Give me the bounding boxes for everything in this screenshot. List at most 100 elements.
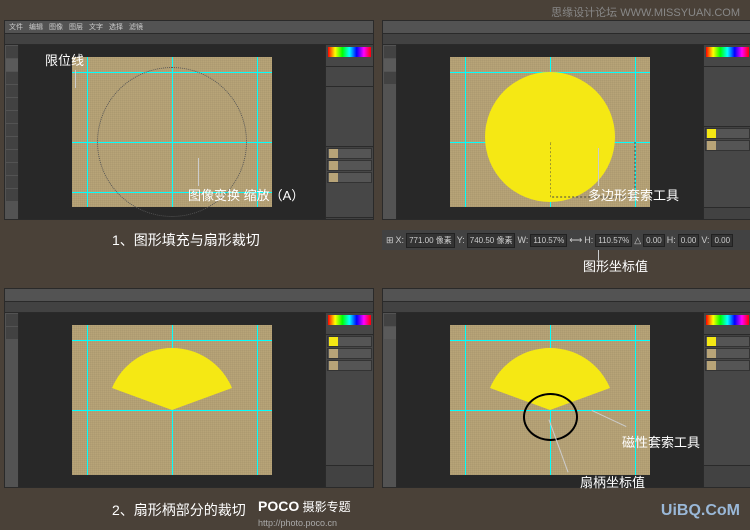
menubar[interactable]: 文件 编辑 图像 图层 文字 选择 滤镜 (5, 21, 373, 33)
angle-value[interactable]: 0.00 (643, 234, 665, 247)
layer[interactable] (705, 140, 750, 151)
adjustments-panel[interactable] (326, 87, 373, 147)
canvas[interactable] (72, 325, 272, 475)
zoom-tool[interactable] (6, 189, 18, 201)
x-value[interactable]: 771.00 像素 (406, 233, 455, 248)
layers-panel[interactable] (704, 336, 750, 466)
menu-edit[interactable]: 编辑 (29, 22, 43, 32)
color-ramp[interactable] (706, 47, 749, 57)
transform-options-bar[interactable]: ⊞ X: 771.00 像素 Y: 740.50 像素 W: 110.57% ⟷… (382, 230, 750, 250)
crop-tool[interactable] (384, 72, 396, 84)
guide-horizontal[interactable] (450, 340, 650, 341)
toolbar[interactable] (383, 45, 397, 219)
marquee-tool[interactable] (6, 59, 18, 71)
guide-vertical[interactable] (635, 325, 636, 475)
layer-thumb (329, 149, 338, 158)
menu-layer[interactable]: 图层 (69, 22, 83, 32)
color-ramp[interactable] (328, 47, 371, 57)
menu-filter[interactable]: 滤镜 (129, 22, 143, 32)
menu-type[interactable]: 文字 (89, 22, 103, 32)
toolbar[interactable] (5, 45, 19, 219)
adjustments-panel[interactable] (704, 67, 750, 127)
color-panel[interactable] (326, 315, 373, 335)
layer[interactable] (705, 360, 750, 371)
x-label: X: (396, 235, 405, 245)
gradient-tool[interactable] (6, 137, 18, 149)
options-bar[interactable] (5, 301, 373, 313)
move-tool[interactable] (384, 46, 396, 58)
color-ramp[interactable] (328, 315, 371, 325)
type-tool[interactable] (6, 163, 18, 175)
crop-tool[interactable] (6, 85, 18, 97)
hskew-value[interactable]: 0.00 (678, 234, 700, 247)
color-panel[interactable] (704, 315, 750, 335)
layer[interactable] (327, 148, 372, 159)
color-panel[interactable] (704, 47, 750, 67)
layer[interactable] (327, 336, 372, 347)
layers-panel[interactable] (326, 148, 373, 218)
layers-panel[interactable] (704, 128, 750, 208)
move-tool[interactable] (6, 46, 18, 58)
color-ramp[interactable] (706, 315, 749, 325)
menu-select[interactable]: 选择 (109, 22, 123, 32)
layer[interactable] (705, 128, 750, 139)
move-tool[interactable] (384, 314, 396, 326)
guide-vertical[interactable] (87, 325, 88, 475)
guide-vertical[interactable] (465, 325, 466, 475)
annotation-magnetic: 磁性套索工具 (622, 432, 700, 451)
layer-thumb (707, 361, 716, 370)
pen-tool[interactable] (6, 150, 18, 162)
lasso-tool[interactable] (6, 72, 18, 84)
y-value[interactable]: 740.50 像素 (467, 233, 516, 248)
menu-image[interactable]: 图像 (49, 22, 63, 32)
w-value[interactable]: 110.57% (530, 234, 567, 247)
canvas[interactable] (450, 325, 650, 475)
lasso-tool[interactable] (384, 59, 396, 71)
layer[interactable] (327, 360, 372, 371)
layers-panel[interactable] (326, 336, 373, 466)
guide-vertical[interactable] (257, 325, 258, 475)
poco-zh: 摄影专题 (303, 500, 351, 514)
canvas-area[interactable] (397, 313, 703, 487)
toolbar[interactable] (5, 313, 19, 487)
reference-point-icon[interactable]: ⊞ (386, 235, 394, 246)
options-bar[interactable] (5, 33, 373, 45)
layer-thumb (329, 349, 338, 358)
shape-tool[interactable] (6, 176, 18, 188)
layer-thumb (707, 337, 716, 346)
swatches-panel[interactable] (326, 67, 373, 87)
vskew-value[interactable]: 0.00 (711, 234, 733, 247)
clone-tool[interactable] (6, 111, 18, 123)
move-tool[interactable] (6, 314, 18, 326)
guide-vertical[interactable] (465, 57, 466, 207)
panels[interactable] (703, 45, 750, 219)
menubar[interactable] (5, 289, 373, 301)
poco-brand: POCO (258, 498, 299, 514)
layer-thumb (329, 161, 338, 170)
layer[interactable] (327, 160, 372, 171)
guide-vertical[interactable] (87, 57, 88, 207)
panels[interactable] (325, 45, 373, 219)
eraser-tool[interactable] (6, 124, 18, 136)
layer[interactable] (705, 336, 750, 347)
color-panel[interactable] (326, 47, 373, 67)
layer[interactable] (705, 348, 750, 359)
panels[interactable] (703, 313, 750, 487)
magnetic-lasso-tool[interactable] (384, 327, 396, 339)
guide-horizontal[interactable] (72, 340, 272, 341)
menubar[interactable] (383, 289, 750, 301)
options-bar[interactable] (383, 301, 750, 313)
menubar[interactable] (383, 21, 750, 33)
brush-tool[interactable] (6, 98, 18, 110)
layer[interactable] (327, 348, 372, 359)
options-bar[interactable] (383, 33, 750, 45)
layer[interactable] (327, 172, 372, 183)
canvas-area[interactable] (19, 313, 325, 487)
angle-label: △ (634, 235, 641, 246)
menu-file[interactable]: 文件 (9, 22, 23, 32)
toolbar[interactable] (383, 313, 397, 487)
h-value[interactable]: 110.57% (595, 234, 632, 247)
link-icon[interactable]: ⟷ (569, 235, 582, 246)
panels[interactable] (325, 313, 373, 487)
lasso-tool[interactable] (6, 327, 18, 339)
